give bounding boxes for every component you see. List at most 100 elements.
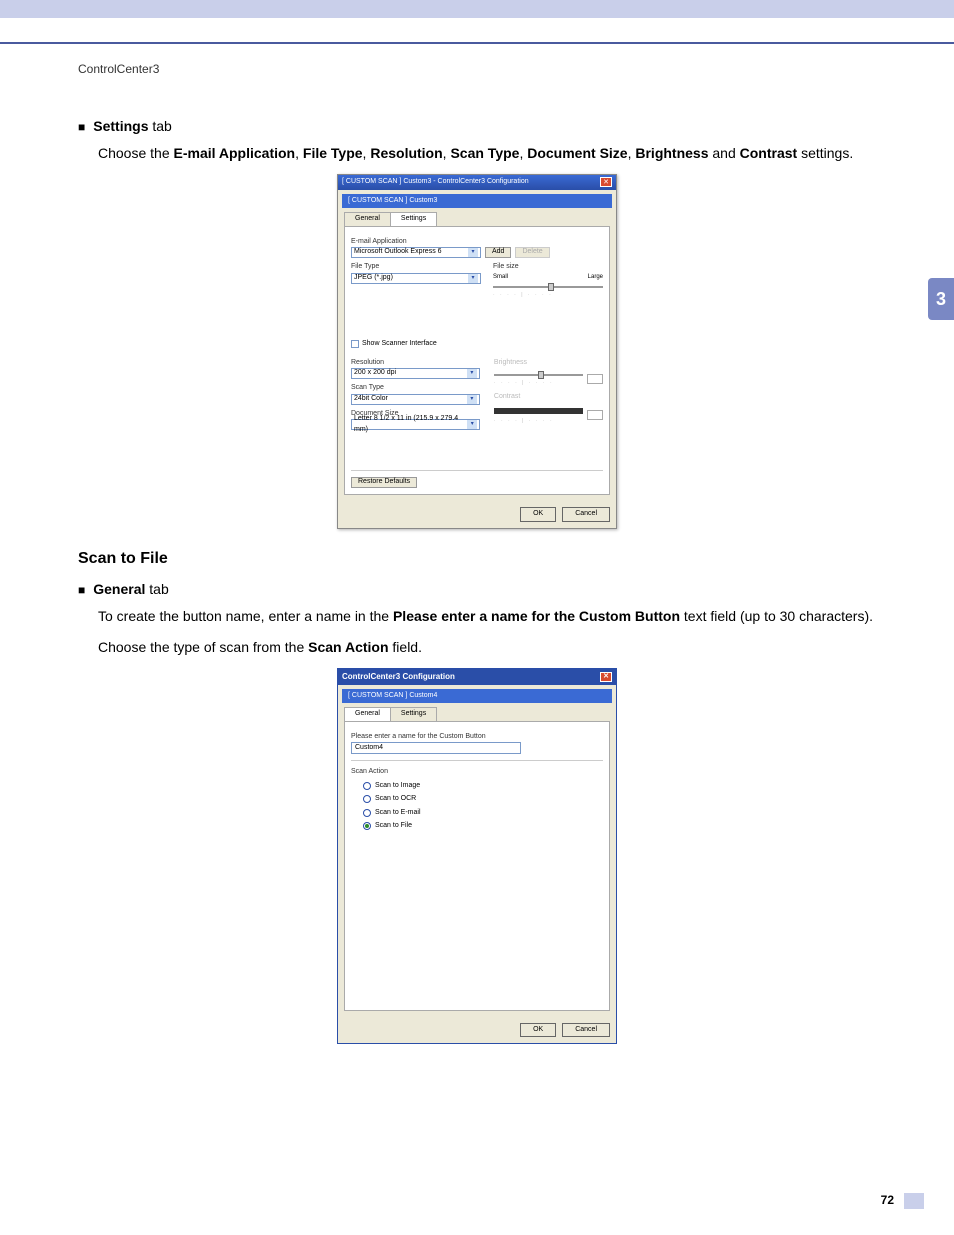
label-brightness: Brightness [494,358,603,369]
chevron-down-icon: ▾ [467,369,477,378]
b: Document Size [527,145,627,161]
general-paragraph-2: Choose the type of scan from the Scan Ac… [98,637,876,658]
dialog-general: ControlCenter3 Configuration ✕ [ CUSTOM … [337,668,617,1045]
t: settings. [797,145,853,161]
t: field. [389,639,422,655]
contrast-value[interactable] [587,410,603,420]
b: Resolution [370,145,442,161]
page-corner-decoration [904,1193,924,1209]
b: E-mail Application [174,145,296,161]
delete-button: Delete [515,247,549,258]
b: Contrast [740,145,798,161]
add-button[interactable]: Add [485,247,511,258]
file-type-select[interactable]: JPEG (*.jpg) ▾ [351,273,481,284]
bullet-settings-tab: ■ Settings tab [78,116,876,137]
radio-label: Scan to E-mail [375,808,421,819]
page-content: ■ Settings tab Choose the E-mail Applica… [78,116,876,1044]
tab-strip: General Settings [344,707,610,721]
t: text field (up to 30 characters). [680,608,873,624]
email-app-select[interactable]: Microsoft Outlook Express 6 ▾ [351,247,481,258]
settings-label: Settings [93,118,148,134]
general-label: General [93,581,145,597]
custom-name-value: Custom4 [355,743,383,754]
b: Please enter a name for the Custom Butto… [393,608,680,624]
brightness-value[interactable] [587,374,603,384]
bullet-general-tab: ■ General tab [78,579,876,600]
t: Choose the [98,145,174,161]
breadcrumb: ControlCenter3 [78,62,954,76]
tab-general[interactable]: General [344,707,391,721]
b: Scan Type [450,145,519,161]
titlebar[interactable]: ControlCenter3 Configuration ✕ [338,669,616,685]
restore-defaults-button[interactable]: Restore Defaults [351,477,417,488]
tab-body: Please enter a name for the Custom Butto… [344,721,610,1011]
tab-general[interactable]: General [344,212,391,226]
tab-body: E-mail Application Microsoft Outlook Exp… [344,226,610,496]
tab-suffix: tab [148,118,171,134]
square-bullet-icon: ■ [78,581,85,599]
titlebar[interactable]: [ CUSTOM SCAN ] Custom3 - ControlCenter3… [338,175,616,190]
ok-button[interactable]: OK [520,1023,556,1038]
dialog-footer: OK Cancel [338,501,616,528]
radio-label: Scan to File [375,821,412,832]
show-scanner-checkbox[interactable]: Show Scanner Interface [351,339,603,350]
t: and [709,145,740,161]
radio-scan-to-ocr[interactable]: Scan to OCR [363,794,603,805]
label-scan-type: Scan Type [351,383,480,394]
tab-strip: General Settings [344,212,610,226]
doc-size-select[interactable]: Letter 8 1/2 x 11 in (215.9 x 279.4 mm) … [351,419,480,430]
top-bar [0,0,954,18]
brightness-slider[interactable] [494,374,583,376]
bullet-text: General tab [93,579,169,600]
checkbox-icon [351,340,359,348]
general-paragraph-1: To create the button name, enter a name … [98,606,876,627]
label-email-app: E-mail Application [351,237,603,248]
label-resolution: Resolution [351,358,480,369]
cancel-button[interactable]: Cancel [562,1023,610,1038]
radio-icon [363,809,371,817]
cancel-button[interactable]: Cancel [562,507,610,522]
section-scan-to-file: Scan to File [78,547,876,571]
tab-settings[interactable]: Settings [390,707,437,721]
scan-type-value: 24bit Color [354,394,388,405]
b: Scan Action [308,639,388,655]
square-bullet-icon: ■ [78,118,85,136]
chevron-down-icon: ▾ [467,420,476,429]
label-custom-name: Please enter a name for the Custom Butto… [351,732,603,743]
tab-settings[interactable]: Settings [390,212,437,226]
file-type-value: JPEG (*.jpg) [354,273,393,284]
filesize-large: Large [588,273,603,282]
b: File Type [303,145,363,161]
scan-type-select[interactable]: 24bit Color ▾ [351,394,480,405]
dialog-footer: OK Cancel [338,1017,616,1044]
radio-icon [363,782,371,790]
radio-scan-to-file[interactable]: Scan to File [363,821,603,832]
resolution-select[interactable]: 200 x 200 dpi ▾ [351,368,480,379]
dialog-subtitle: [ CUSTOM SCAN ] Custom4 [342,689,612,704]
filesize-slider[interactable] [493,286,603,288]
filesize-small: Small [493,273,508,282]
ok-button[interactable]: OK [520,507,556,522]
label-file-size: File size [493,262,603,273]
divider [351,760,603,761]
page-number: 72 [881,1193,894,1207]
doc-size-value: Letter 8 1/2 x 11 in (215.9 x 279.4 mm) [354,414,467,435]
contrast-slider[interactable] [494,408,583,414]
t: Choose the type of scan from the [98,639,308,655]
email-app-value: Microsoft Outlook Express 6 [354,247,442,258]
custom-name-input[interactable]: Custom4 [351,742,521,754]
t: , [295,145,303,161]
dialog-settings: [ CUSTOM SCAN ] Custom3 - ControlCenter3… [337,174,617,529]
close-icon[interactable]: ✕ [600,672,612,682]
slider-ticks: · · · · | · · · · [493,292,603,300]
checkbox-label: Show Scanner Interface [362,339,437,350]
radio-scan-to-image[interactable]: Scan to Image [363,781,603,792]
radio-scan-to-email[interactable]: Scan to E-mail [363,808,603,819]
close-icon[interactable]: ✕ [600,177,612,187]
divider-line [0,42,954,44]
radio-label: Scan to Image [375,781,420,792]
dialog-title: ControlCenter3 Configuration [342,671,455,683]
chapter-tab: 3 [928,278,954,320]
slider-ticks: · · · · | · · · · [494,380,583,388]
dialog-title: [ CUSTOM SCAN ] Custom3 - ControlCenter3… [342,177,529,188]
